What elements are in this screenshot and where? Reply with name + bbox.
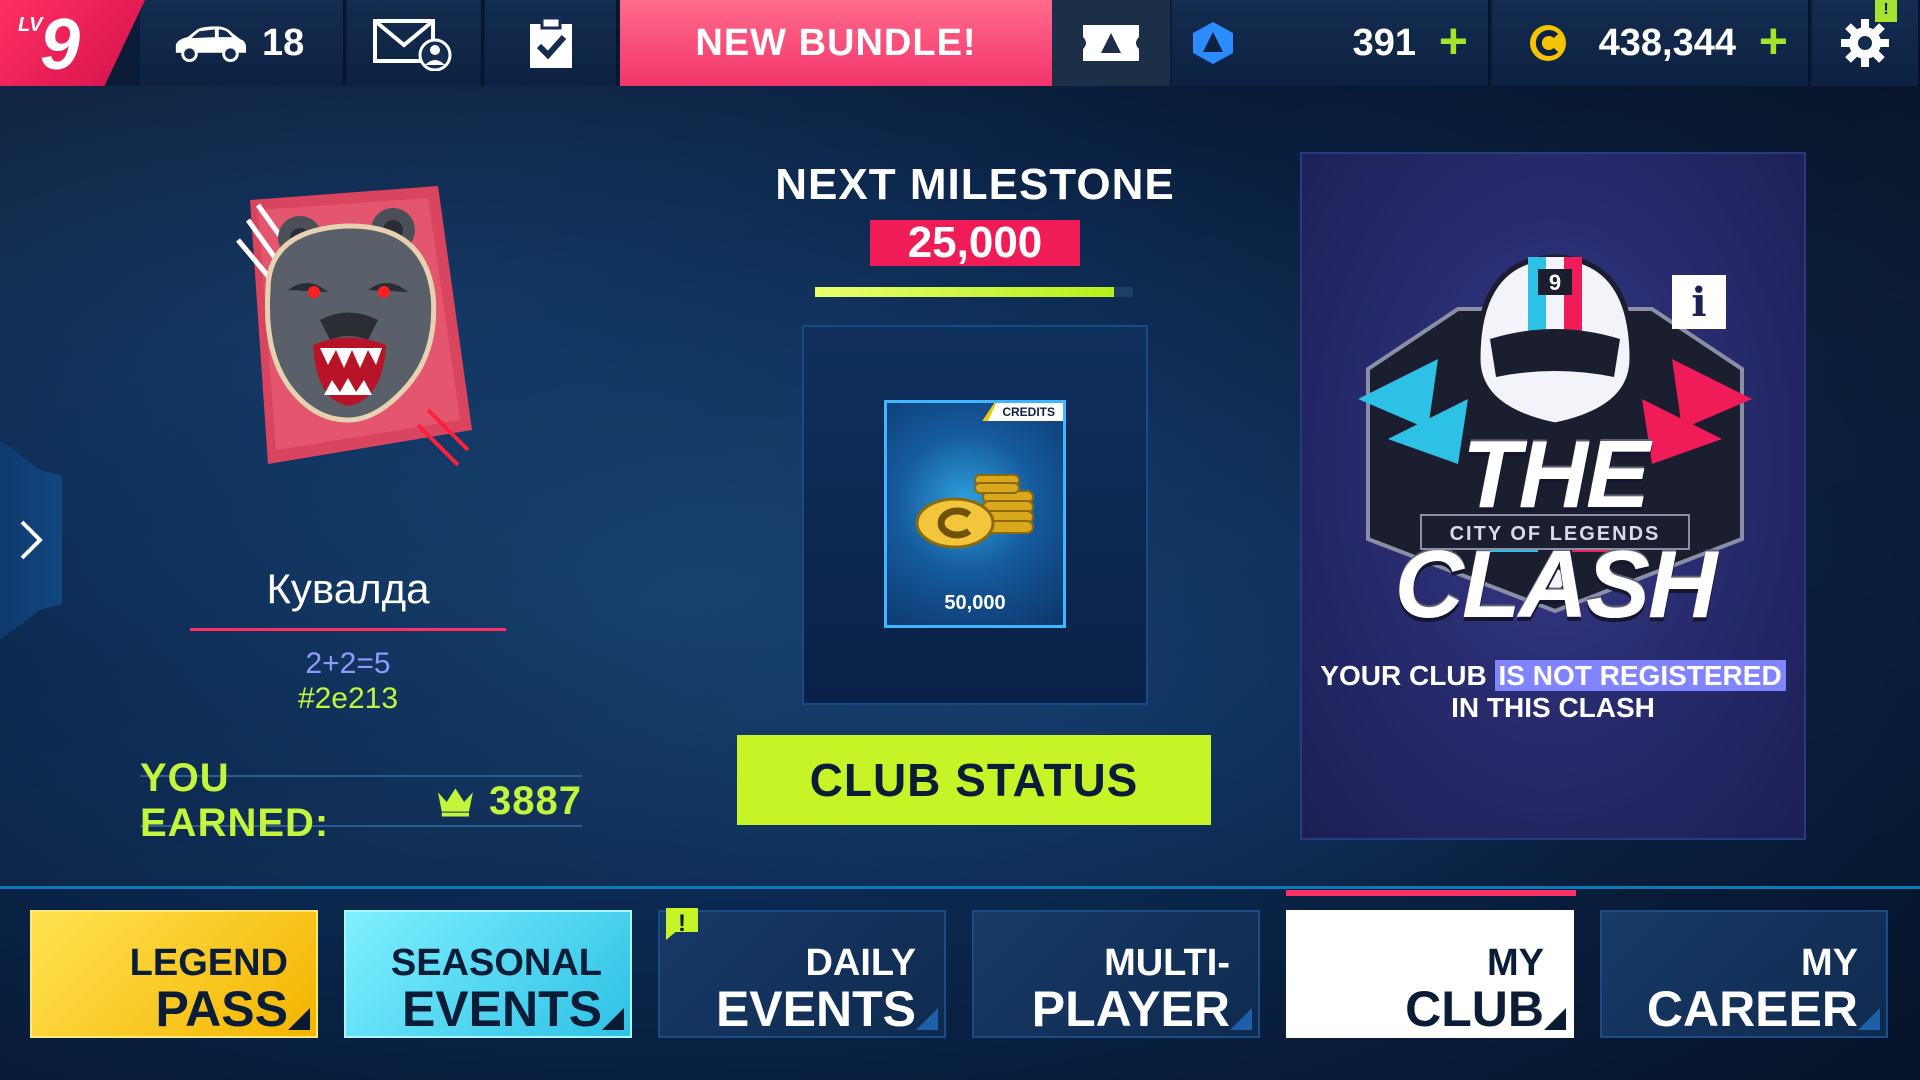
nav-daily-events-line1: DAILY — [805, 942, 916, 984]
mail-button[interactable] — [347, 0, 483, 86]
tokens-value: 391 — [1352, 21, 1416, 64]
new-bundle-button[interactable]: NEW BUNDLE! — [620, 0, 1052, 86]
token-icon — [1193, 22, 1233, 64]
nav-legend-pass[interactable]: LEGEND PASS — [30, 910, 318, 1038]
coins-stack-icon — [915, 474, 1034, 549]
nav-my-club-line2: CLUB — [1405, 981, 1544, 1037]
milestone-title: NEXT MILESTONE — [775, 160, 1175, 209]
name-underline — [190, 628, 506, 631]
nav-legend-pass-line1: LEGEND — [129, 942, 288, 984]
tasks-button[interactable] — [485, 0, 618, 86]
clash-msg-part1: YOUR CLUB — [1320, 660, 1487, 691]
nav-seasonal-events-line2: EVENTS — [401, 981, 602, 1037]
cars-count: 18 — [262, 21, 305, 64]
chevron-right-icon — [20, 520, 43, 560]
nav-seasonal-events[interactable]: SEASONAL EVENTS — [344, 910, 632, 1038]
nav-my-club-line1: MY — [1487, 942, 1544, 984]
corner-arrow-icon — [1544, 1008, 1566, 1030]
settings-notification-badge: ! — [1875, 0, 1897, 22]
earned-value: 3887 — [489, 778, 582, 823]
corner-arrow-icon — [1858, 1008, 1880, 1030]
clash-subtitle: CITY OF LEGENDS — [1420, 514, 1690, 550]
side-menu-toggle[interactable] — [0, 440, 62, 640]
player-name: Кувалда — [266, 565, 430, 612]
reward-card[interactable]: CREDITS 50,000 — [884, 400, 1066, 628]
clash-info-button[interactable]: i — [1672, 275, 1726, 329]
top-bar: 18 LV 9 NEW BUNDLE! 391 + 438,344 + ! — [0, 0, 1920, 86]
milestone-value: 25,000 — [870, 220, 1080, 266]
corner-arrow-icon — [916, 1008, 938, 1030]
clash-msg-highlight: IS NOT REGISTERED — [1494, 660, 1786, 691]
nav-my-career-line2: CAREER — [1646, 981, 1858, 1037]
mail-icon — [373, 19, 452, 71]
credits-coin-icon — [1530, 25, 1566, 61]
corner-arrow-icon — [1230, 1008, 1252, 1030]
credits-value: 438,344 — [1598, 21, 1736, 64]
crown-icon — [438, 788, 474, 817]
credits-display[interactable]: 438,344 + — [1492, 0, 1810, 86]
settings-button[interactable] — [1812, 0, 1920, 86]
active-tab-indicator — [1286, 890, 1576, 896]
nav-my-career[interactable]: MY CAREER — [1600, 910, 1888, 1038]
tokens-display[interactable]: 391 + — [1172, 0, 1490, 86]
level-prefix: LV — [18, 14, 43, 36]
milestone-progress-bar — [815, 287, 1133, 297]
gear-icon — [1841, 19, 1889, 67]
reward-type-tag: CREDITS — [982, 403, 1063, 421]
nav-multiplayer[interactable]: MULTI- PLAYER — [972, 910, 1260, 1038]
reward-amount: 50,000 — [944, 592, 1006, 614]
club-tag: #2e213 — [297, 682, 399, 715]
clash-msg-part2: IN THIS CLASH — [1451, 692, 1655, 723]
add-tokens-plus-icon[interactable]: + — [1439, 0, 1468, 84]
helmet-number: 9 — [1549, 270, 1561, 295]
club-name: 2+2=5 — [305, 647, 391, 680]
ticket-icon — [1083, 25, 1139, 61]
club-status-button[interactable]: CLUB STATUS — [737, 735, 1211, 825]
nav-daily-events-line2: EVENTS — [715, 981, 916, 1037]
bottom-divider — [0, 886, 1920, 889]
nav-seasonal-events-line1: SEASONAL — [390, 942, 602, 984]
corner-arrow-icon — [602, 1008, 624, 1030]
level-number: 9 — [40, 5, 81, 85]
nav-legend-pass-line2: PASS — [155, 981, 288, 1037]
corner-arrow-icon — [288, 1008, 310, 1030]
add-credits-plus-icon[interactable]: + — [1759, 0, 1788, 84]
clash-message: YOUR CLUB IS NOT REGISTERED IN THIS CLAS… — [1320, 660, 1786, 724]
bear-emblem-icon — [236, 186, 472, 467]
clipboard-check-icon — [529, 16, 572, 68]
club-emblem[interactable] — [228, 180, 478, 470]
nav-my-club[interactable]: MY CLUB — [1286, 910, 1574, 1038]
earned-box: YOU EARNED: 3887 — [140, 756, 582, 845]
nav-multiplayer-line1: MULTI- — [1104, 942, 1230, 984]
nav-multiplayer-line2: PLAYER — [1031, 981, 1230, 1037]
garage-button[interactable]: 18 — [140, 0, 345, 86]
ticket-button[interactable] — [1052, 0, 1170, 86]
car-icon — [175, 26, 247, 63]
milestone-progress-fill — [815, 287, 1114, 297]
nav-daily-events[interactable]: DAILY EVENTS — [658, 910, 946, 1038]
earned-label: YOU EARNED: — [140, 756, 330, 845]
level-badge[interactable]: LV 9 — [0, 0, 145, 86]
nav-my-career-line1: MY — [1801, 942, 1858, 984]
